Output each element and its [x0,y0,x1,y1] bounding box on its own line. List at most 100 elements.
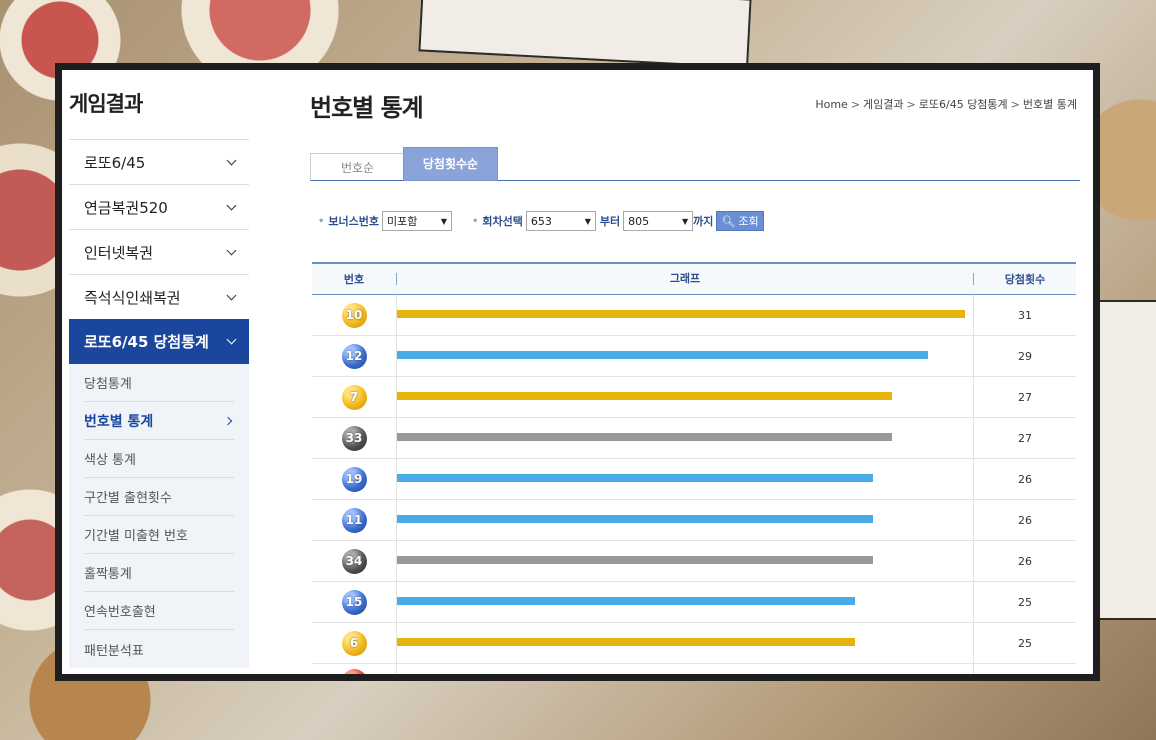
sidebar-item-instant-lottery[interactable]: 즉석식인쇄복권 [69,274,249,319]
number-cell [312,655,396,674]
count-bar [397,351,928,359]
submenu-item-pattern[interactable]: 패턴분석표 [84,630,234,668]
number-cell: 34 [312,548,396,574]
table-row: 6 25 [312,623,1076,664]
lotto-ball [341,668,367,674]
number-cell: 11 [312,507,396,533]
from-label: 부터 [599,215,621,228]
submenu-item-winning-stats[interactable]: 당첨통계 [84,364,234,402]
lotto-ball: 19 [341,466,367,492]
submenu-item-label: 기간별 미출현 번호 [84,529,188,544]
number-cell: 10 [312,302,396,328]
chevron-down-icon [226,155,237,165]
breadcrumb-lotto-stats[interactable]: 로또6/45 당첨통계 [919,98,1008,111]
submenu-item-consecutive[interactable]: 연속번호출현 [84,592,234,630]
count-cell: 27 [1018,390,1032,404]
submenu-item-label: 패턴분석표 [84,643,144,659]
sidebar-item-lotto645[interactable]: 로또6/45 [69,139,249,184]
graph-cell [396,623,974,663]
search-icon: 🔍︎ [721,214,736,228]
round-from-value: 653 [530,214,552,228]
count-cell: 27 [1018,431,1032,445]
count-cell: 26 [1018,472,1032,486]
count-cell: 29 [1018,349,1032,363]
sidebar-item-pension520[interactable]: 연금복권520 [69,184,249,229]
sidebar-item-label: 로또6/45 [84,153,146,172]
table-row-partial [312,664,1076,674]
app-window: 게임결과 로또6/45 연금복권520 인터넷복권 즉석식인쇄복권 로또6/45… [55,63,1100,681]
lotto-ball: 33 [341,425,367,451]
breadcrumb-home[interactable]: Home [815,98,847,111]
chevron-right-icon [223,416,233,425]
submenu-item-label: 구간별 출현횟수 [84,491,172,506]
breadcrumb-separator-icon: > [1010,98,1020,111]
graph-cell [396,295,974,335]
graph-cell [396,418,974,458]
round-to-value: 805 [628,214,650,228]
number-cell: 6 [312,630,396,656]
sidebar-item-internet-lottery[interactable]: 인터넷복권 [69,229,249,274]
lotto-ball: 34 [341,548,367,574]
graph-cell [396,336,974,376]
round-label: 회차선택 [482,215,523,228]
graph-cell [396,459,974,499]
submenu-item-label: 홀짝통계 [84,567,132,582]
sidebar-item-label: 로또6/45 당첨통계 [84,333,209,351]
tab-by-count[interactable]: 당첨횟수순 [403,147,498,181]
table-header: 번호 그래프 당첨횟수 [312,262,1076,295]
submenu-item-odd-even[interactable]: 홀짝통계 [84,554,234,592]
bullet-icon: • [318,215,325,227]
tab-by-number[interactable]: 번호순 [310,153,405,181]
sidebar-submenu: 당첨통계 번호별 통계 색상 통계 구간별 출현횟수 기간별 미출현 번호 홀짝… [69,364,249,668]
count-cell: 25 [1018,636,1032,650]
dropdown-arrow-icon: ▼ [682,216,689,226]
round-to-select[interactable]: 805 ▼ [623,211,694,231]
bonus-label: 보너스번호 [328,215,380,228]
lotto-ball: 12 [341,343,367,369]
submenu-item-range-stats[interactable]: 구간별 출현횟수 [84,478,234,516]
graph-cell [396,664,974,674]
lotto-ball: 10 [341,302,367,328]
breadcrumb-current: 번호별 통계 [1022,98,1077,111]
table-row: 34 26 [312,541,1076,582]
page-title: 번호별 통계 [310,94,424,122]
table-row: 15 25 [312,582,1076,623]
number-cell: 15 [312,589,396,615]
submenu-item-missing-numbers[interactable]: 기간별 미출현 번호 [84,516,234,554]
graph-cell [396,377,974,417]
to-label: 까지 [693,215,714,228]
bonus-select[interactable]: 미포함 ▼ [382,211,453,231]
sidebar-item-lotto-stats[interactable]: 로또6/45 당첨통계 [69,319,249,364]
search-button[interactable]: 🔍︎ 조회 [716,211,764,231]
sidebar-item-label: 즉석식인쇄복권 [84,288,181,307]
submenu-item-color-stats[interactable]: 색상 통계 [84,440,234,478]
number-cell: 12 [312,343,396,369]
graph-cell [396,582,974,622]
round-from-select[interactable]: 653 ▼ [525,211,596,231]
submenu-item-label: 색상 통계 [84,453,136,468]
sidebar-item-label: 인터넷복권 [84,243,154,262]
table-row: 11 26 [312,500,1076,541]
number-cell: 7 [312,384,396,410]
count-bar [397,392,892,400]
count-cell: 26 [1018,554,1032,568]
table-row: 12 29 [312,336,1076,377]
filter-bar: • 보너스번호 미포함 ▼ • 회차선택 653 ▼ 부터 805 ▼ 까지 🔍︎ 조회 [318,210,764,232]
count-bar [397,638,855,646]
breadcrumb-game-results[interactable]: 게임결과 [863,98,903,111]
count-bar [397,597,855,605]
header-graph: 그래프 [396,273,974,285]
search-button-label: 조회 [738,215,759,228]
lotto-ball: 11 [341,507,367,533]
header-count: 당첨횟수 [1004,273,1046,286]
bullet-icon: • [472,215,479,227]
count-bar [397,515,873,523]
submenu-item-number-stats[interactable]: 번호별 통계 [84,402,234,440]
count-cell: 26 [1018,513,1032,527]
lotto-ball: 7 [341,384,367,410]
chevron-down-icon [226,245,237,255]
submenu-item-label: 번호별 통계 [84,413,154,430]
table-row: 33 27 [312,418,1076,459]
table-body: 10 31 12 29 7 27 33 27 19 26 11 26 34 26 15 25 6 25 [312,295,1076,664]
count-cell: 25 [1018,595,1032,609]
